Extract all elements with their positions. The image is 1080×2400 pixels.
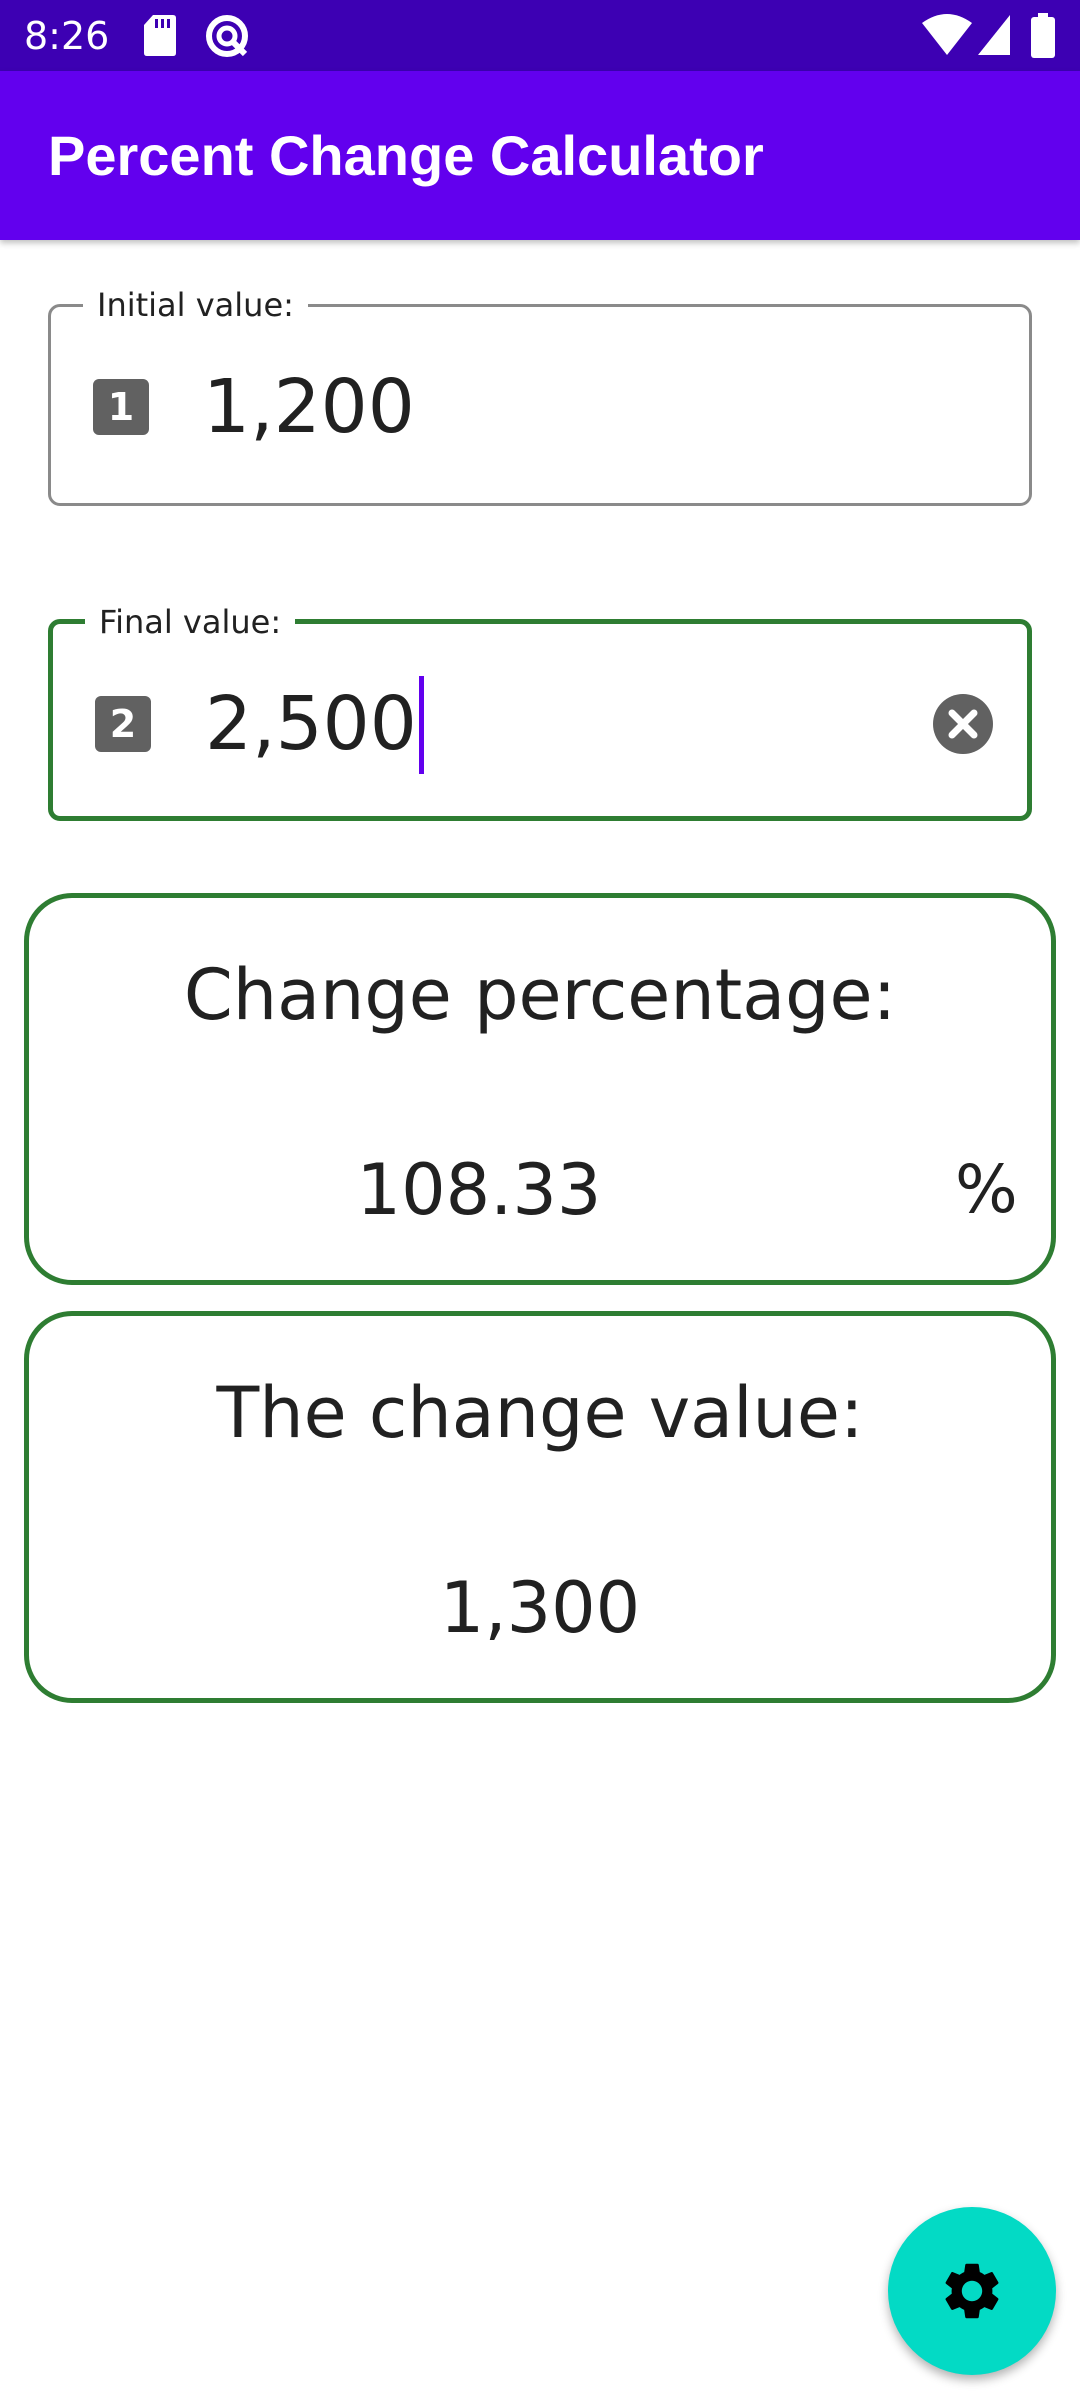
change-value-card: The change value: 1,300 [24, 1311, 1056, 1703]
change-value-title: The change value: [216, 1372, 864, 1454]
initial-value-field[interactable]: Initial value: 1 1,200 [48, 287, 1032, 506]
final-value-label: Final value: [85, 604, 296, 640]
status-bar: 8:26 [0, 0, 1080, 71]
app-title: Percent Change Calculator [48, 124, 764, 187]
change-value: 1,300 [439, 1567, 641, 1649]
app-bar: Percent Change Calculator [0, 71, 1080, 240]
settings-button[interactable] [888, 2207, 1056, 2375]
final-value-field[interactable]: Final value: 2 2,500 [48, 604, 1032, 821]
change-percentage-card: Change percentage: 108.33 % [24, 893, 1056, 1285]
cellular-signal-icon [978, 15, 1010, 55]
gear-icon [945, 2263, 999, 2319]
wifi-icon [922, 14, 972, 55]
change-percentage-title: Change percentage: [183, 954, 897, 1036]
clear-button[interactable] [933, 694, 993, 754]
close-icon [948, 709, 978, 739]
battery-icon [1031, 13, 1055, 58]
initial-value-input[interactable]: 1,200 [203, 359, 415, 455]
change-percentage-value: 108.33 [356, 1149, 602, 1231]
final-value-input[interactable]: 2,500 [205, 676, 424, 774]
sd-card-icon [144, 15, 176, 56]
final-value-text: 2,500 [205, 681, 417, 767]
percent-unit: % [955, 1151, 1018, 1228]
number-one-icon: 1 [93, 379, 149, 435]
number-two-icon: 2 [95, 696, 151, 752]
text-cursor [418, 676, 424, 774]
data-saver-icon [206, 15, 248, 57]
status-time: 8:26 [24, 14, 110, 58]
initial-value-label: Initial value: [83, 287, 308, 323]
